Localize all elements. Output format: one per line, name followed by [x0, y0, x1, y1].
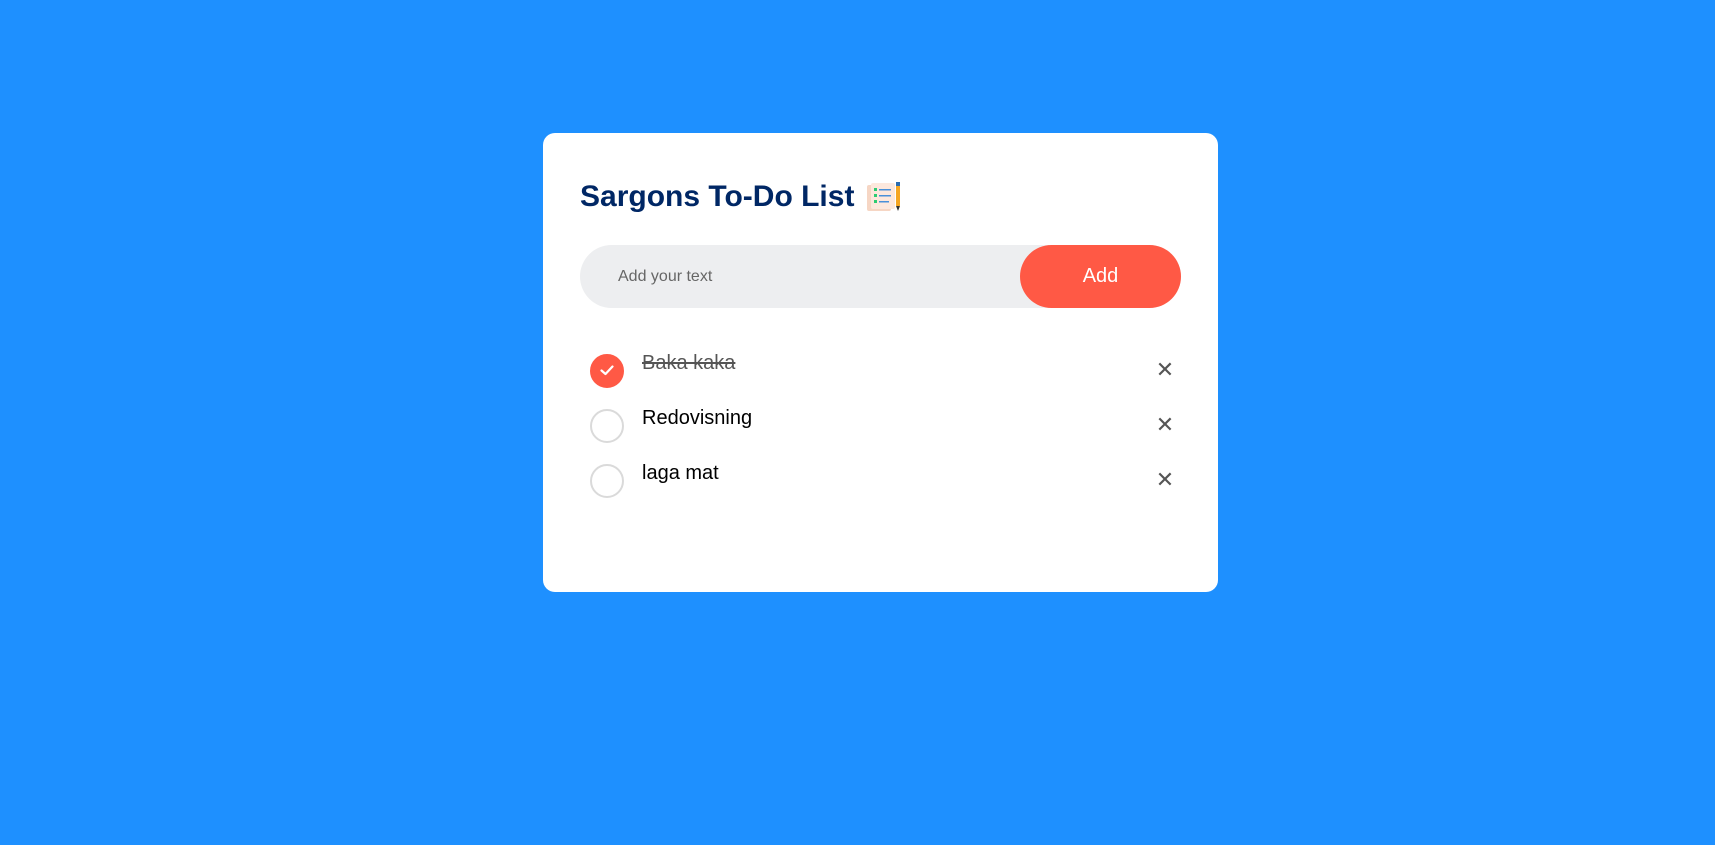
task-label: Baka kaka — [642, 352, 736, 374]
task-label: laga mat — [642, 462, 719, 484]
page-title: Sargons To-Do List — [580, 180, 855, 213]
task-input[interactable] — [580, 245, 1020, 308]
check-icon — [600, 365, 614, 376]
add-button[interactable]: Add — [1020, 245, 1181, 308]
add-task-row: Add — [580, 245, 1181, 308]
close-icon[interactable]: ✕ — [1150, 410, 1180, 440]
todo-card: Sargons To-Do List Add your text Add Bak… — [543, 133, 1218, 592]
task-item[interactable]: Baka kaka ✕ — [590, 351, 1180, 406]
task-checkbox[interactable] — [590, 464, 624, 498]
task-item[interactable]: laga mat ✕ — [590, 461, 1180, 516]
task-checkbox[interactable] — [590, 354, 624, 388]
close-icon[interactable]: ✕ — [1150, 355, 1180, 385]
task-label: Redovisning — [642, 407, 753, 429]
notepad-checklist-icon — [866, 181, 902, 213]
task-item[interactable]: Redovisning ✕ — [590, 406, 1180, 461]
task-checkbox[interactable] — [590, 409, 624, 443]
task-list: Baka kaka ✕ Redovisning ✕ laga mat ✕ — [590, 351, 1180, 516]
title-row: Sargons To-Do List — [580, 181, 902, 213]
close-icon[interactable]: ✕ — [1150, 465, 1180, 495]
